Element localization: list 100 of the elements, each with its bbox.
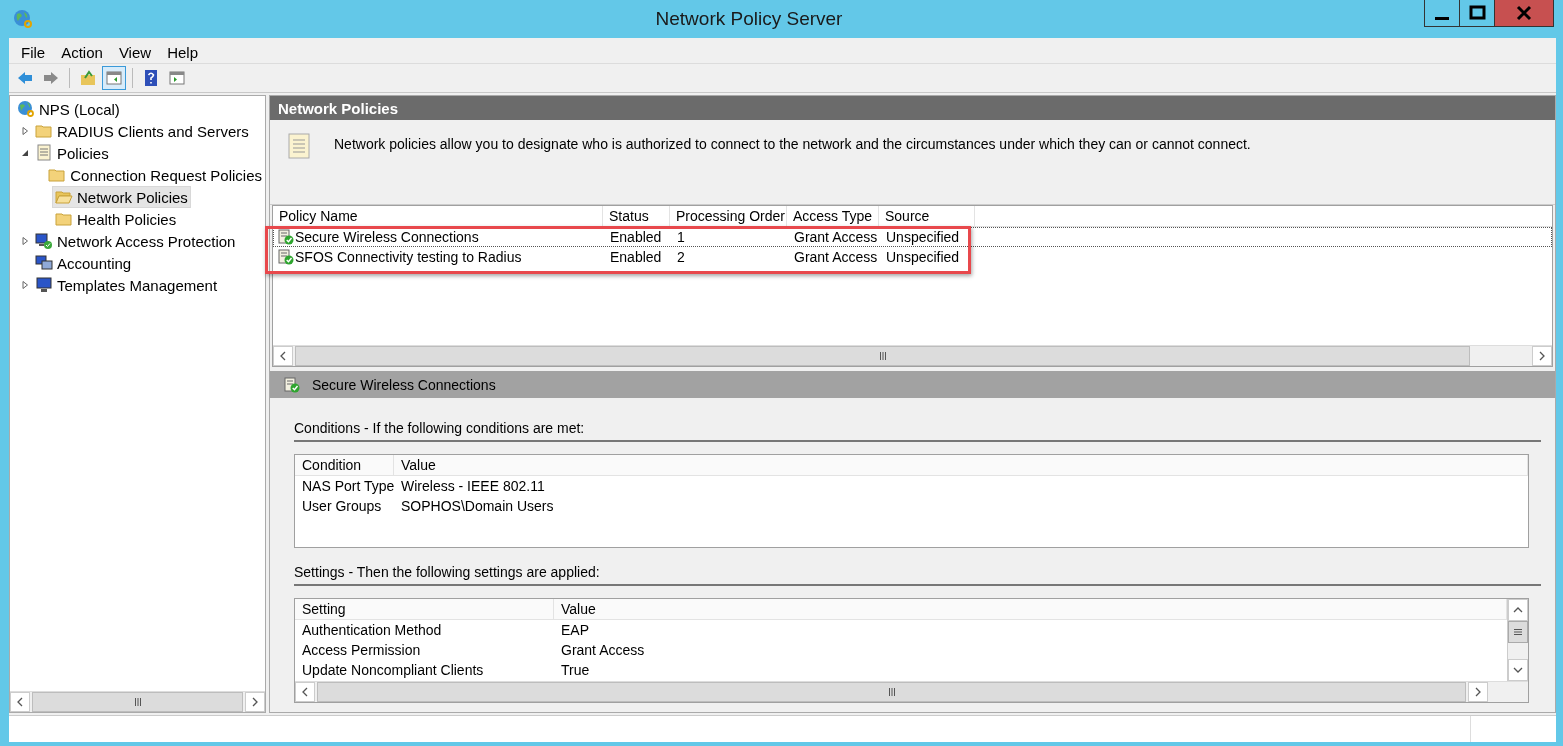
grip-icon [1513, 628, 1523, 636]
table-cell-text: Enabled [609, 228, 663, 246]
scroll-right-button[interactable] [1532, 346, 1552, 366]
chevron-left-icon [279, 351, 287, 361]
table-cell-text: Grant Access [793, 228, 879, 246]
globe-icon [17, 100, 35, 118]
table-cell-text: Access Permission [301, 642, 422, 658]
chevron-left-icon [16, 697, 24, 707]
folder-icon [55, 210, 73, 228]
tree-item[interactable]: Health Policies [52, 208, 180, 230]
computer-check-icon [35, 232, 53, 250]
description-text: Network policies allow you to designate who is authorized to connect to the network and the circumstances under which they can or cannot connect. [334, 135, 1251, 152]
tree-item[interactable]: Policies [32, 142, 112, 164]
horizontal-scrollbar[interactable] [10, 691, 265, 712]
table-cell-text: Grant Access [793, 248, 879, 266]
policy-icon [278, 229, 294, 245]
window-pane-icon [105, 69, 123, 87]
column-header[interactable]: Setting [295, 599, 554, 619]
policy-icon [278, 249, 294, 265]
table-cell-text: 1 [676, 228, 686, 246]
tree-item[interactable]: Network Access Protection [32, 230, 239, 252]
globe-icon [13, 9, 33, 29]
scroll-left-button[interactable] [10, 692, 30, 712]
expand-icon[interactable] [20, 280, 30, 290]
scroll-left-button[interactable] [273, 346, 293, 366]
show-tree-button[interactable] [102, 66, 126, 90]
chevron-left-icon [301, 687, 309, 697]
document-icon [35, 144, 53, 162]
chevron-right-icon [1538, 351, 1546, 361]
chevron-down-icon [1513, 666, 1523, 674]
chevron-right-icon [1474, 687, 1482, 697]
tree-item[interactable]: Connection Request Policies [45, 164, 265, 186]
table-cell-text: Grant Access [560, 642, 645, 658]
table-cell-text: SOPHOS\Domain Users [400, 498, 554, 514]
chevron-right-icon [251, 697, 259, 707]
table-cell-text: Unspecified [885, 228, 961, 246]
scroll-right-button[interactable] [1468, 682, 1488, 702]
menu-item[interactable]: Action [53, 43, 111, 61]
column-header[interactable]: Value [394, 455, 1528, 475]
vertical-scrollbar[interactable] [1507, 599, 1528, 681]
panel-title: Network Policies [278, 99, 399, 117]
folder-icon [55, 188, 73, 206]
tree-item[interactable]: NPS (Local) [14, 98, 123, 120]
policy-row[interactable]: SFOS Connectivity testing to Radius Enabled 2 Grant Access Unspecified [273, 247, 1552, 267]
table-cell-text: Update Noncompliant Clients [301, 662, 485, 678]
scroll-thumb[interactable] [32, 692, 243, 712]
monitor-icon [35, 276, 53, 294]
table-cell-text: Enabled [609, 248, 663, 266]
column-header[interactable]: Access Type [787, 206, 879, 226]
window-title: Network Policy Server [654, 8, 844, 30]
menu-item[interactable]: View [110, 43, 160, 61]
grip-icon [133, 697, 142, 707]
section-heading: Settings - Then the following settings are applied: [294, 564, 1541, 586]
chevron-up-icon [1513, 606, 1523, 614]
tree-item[interactable]: Accounting [32, 252, 135, 274]
policy-icon [284, 376, 300, 393]
scroll-up-button[interactable] [1508, 599, 1528, 621]
maximize-icon [1467, 3, 1487, 23]
collapse-icon[interactable] [20, 148, 30, 158]
folder-icon [79, 69, 97, 87]
arrow-left-icon [16, 69, 34, 87]
policy-row[interactable]: Secure Wireless Connections Enabled 1 Grant Access Unspecified [273, 227, 1552, 247]
arrow-right-icon [42, 69, 60, 87]
computers-icon [35, 254, 53, 272]
table-cell-text: Authentication Method [301, 622, 443, 638]
column-header[interactable]: Status [603, 206, 670, 226]
section-heading: Conditions - If the following conditions are met: [294, 420, 1541, 442]
scroll-thumb[interactable] [1508, 621, 1528, 643]
tree-item[interactable]: Network Policies [52, 186, 191, 208]
table-cell: SFOS Connectivity testing to Radius [274, 248, 604, 266]
table-cell-text: User Groups [301, 498, 383, 514]
column-header[interactable]: Policy Name [273, 206, 603, 226]
column-header[interactable]: Processing Order [670, 206, 787, 226]
close-icon [1514, 3, 1534, 23]
scroll-left-button[interactable] [295, 682, 315, 702]
expand-icon[interactable] [20, 236, 30, 246]
window-pane-icon [168, 69, 186, 87]
table-cell-text: Unspecified [885, 248, 961, 266]
table-cell-text: EAP [560, 622, 589, 638]
table-cell-text: Wireless - IEEE 802.11 [400, 478, 545, 494]
column-header[interactable]: Condition [295, 455, 394, 475]
tree-item[interactable]: Templates Management [32, 274, 221, 296]
close-button[interactable] [1494, 0, 1554, 27]
scroll-down-button[interactable] [1508, 659, 1528, 681]
tree-item[interactable]: RADIUS Clients and Servers [32, 120, 252, 142]
help-icon [142, 69, 160, 87]
column-header[interactable]: Source [879, 206, 975, 226]
expand-icon[interactable] [20, 126, 30, 136]
menu-item[interactable]: Help [159, 43, 206, 61]
grip-icon [887, 687, 896, 697]
table-cell-text: NAS Port Type [301, 478, 394, 494]
table-cell-text: True [560, 662, 590, 678]
table-cell-text: 2 [676, 248, 686, 266]
grip-icon [878, 351, 887, 361]
scroll-right-button[interactable] [245, 692, 265, 712]
minimize-button[interactable] [1424, 0, 1460, 27]
menu-item[interactable]: File [13, 43, 54, 61]
folder-icon [35, 122, 53, 140]
details-title: Secure Wireless Connections [312, 376, 496, 393]
minimize-icon [1435, 16, 1449, 20]
